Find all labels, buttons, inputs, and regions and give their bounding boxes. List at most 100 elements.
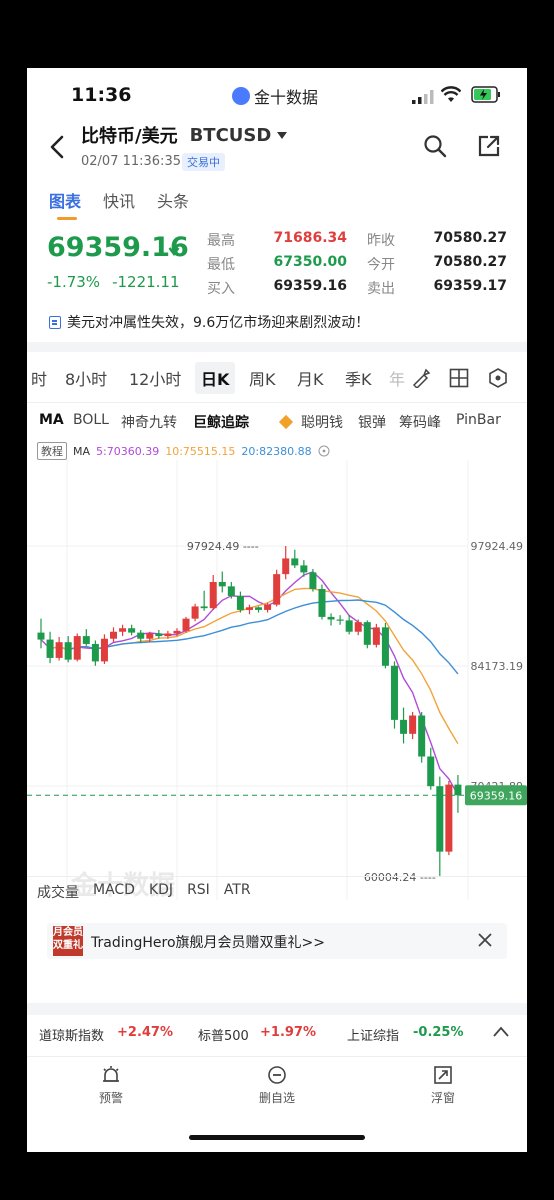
app-indicator: 金十数据 [232,84,318,108]
sub-ind-macd[interactable]: MACD [93,882,135,902]
share-icon[interactable] [477,134,501,158]
stat-row: 最低 67350.00 今开 70580.27 [207,254,517,278]
ind-td9[interactable]: 神奇九转 [121,412,177,432]
wifi-icon [441,86,461,102]
phone-screen: 11:36 金十数据 比特币/美元 BTCUSD 02/07 11:36:35 … [27,68,527,1152]
divider [27,1003,527,1015]
ticker-value-sse: -0.25% [413,1025,464,1040]
alarm-icon [103,1066,119,1082]
divider [27,342,527,352]
tab-headlines[interactable]: 头条 [157,188,189,212]
chevron-up-icon[interactable] [493,1026,509,1038]
candle-body [363,622,371,645]
diamond-icon [278,414,294,430]
sub-ind-rsi[interactable]: RSI [187,882,210,902]
stat-value: 71686.34 [273,230,347,246]
index-ticker[interactable]: 道琼斯指数 +2.47% 标普500 +1.97% 上证综指 -0.25% [27,1016,527,1050]
down-arrow-icon [168,241,180,256]
info-icon[interactable] [318,445,330,457]
ind-chip-peak[interactable]: 筹码峰 [399,412,441,432]
ticker-name-dow: 道琼斯指数 [39,1029,105,1044]
candle-body [236,595,244,610]
period-weekly[interactable]: 周K [249,366,276,390]
ind-silver-bullet[interactable]: 银弹 [358,412,386,432]
candle-body [46,639,54,658]
candle-body [82,636,90,644]
stat-label: 昨收 [367,233,395,249]
high-marker-label: 97924.49 ---- [187,540,259,553]
quote-datetime: 02/07 11:36:35 [81,154,181,169]
ind-smart-money[interactable]: 聪明钱 [301,412,343,432]
sub-ind-atr[interactable]: ATR [224,882,251,902]
instrument-symbol: BTCUSD [189,124,272,146]
candle-body [390,665,398,720]
tab-flash[interactable]: 快讯 [103,188,135,212]
period-quarterly[interactable]: 季K [345,366,372,390]
settings-hex-icon[interactable] [488,368,508,388]
tab-chart[interactable]: 图表 [49,188,81,220]
period-12h[interactable]: 12小时 [129,366,181,390]
bottom-action-bar: 预警 删自选 浮窗 [27,1056,527,1117]
news-headline: 美元对冲属性失效，9.6万亿市场迎来剧烈波动！ [67,315,370,331]
candle-body [381,627,389,666]
stat-label: 买入 [207,281,235,297]
dropdown-caret-icon [277,131,288,139]
period-yearly[interactable]: 年 [389,366,405,390]
ind-boll[interactable]: BOLL [73,412,109,428]
sub-indicator-selector: 成交量 MACD KDJ RSI ATR [37,882,251,902]
back-chevron-icon[interactable] [47,134,67,160]
battery-icon [471,86,500,103]
price-change: -1.73% -1221.11 [47,273,180,291]
sub-ind-volume[interactable]: 成交量 [37,882,79,902]
period-daily[interactable]: 日K [195,362,236,394]
tutorial-button[interactable]: 教程 [37,442,67,460]
y-tick-label: 97924.49 [471,540,524,553]
candle-body [327,616,335,620]
remove-watchlist-label: 删自选 [258,1091,295,1105]
ind-ma[interactable]: MA [39,412,64,428]
alert-button[interactable]: 预警 [81,1065,141,1106]
candle-body [37,632,45,640]
news-banner[interactable]: 美元对冲属性失效，9.6万亿市场迎来剧烈波动！ [49,312,369,332]
candle-body [300,565,308,573]
content-tabs: 图表 快讯 头条 [49,188,189,220]
indicator-selector: MA BOLL 神奇九转 巨鲸追踪 聪明钱 银弹 筹码峰 PinBar [27,402,527,437]
search-icon[interactable] [423,134,447,158]
instrument-title[interactable]: 比特币/美元 BTCUSD [81,122,288,148]
sub-ind-kdj[interactable]: KDJ [149,882,173,902]
close-icon[interactable] [477,932,493,948]
candle-body [255,607,263,610]
stat-label: 最高 [207,233,235,249]
ticker-name-sp500: 标普500 [198,1029,249,1044]
ind-whale[interactable]: 巨鲸追踪 [193,412,249,432]
candle-body [100,638,108,662]
promo-banner[interactable]: 月会员双重礼 TradingHero旗舰月会员赠双重礼>> [47,923,507,959]
candle-body [436,786,444,852]
promo-text: TradingHero旗舰月会员赠双重礼>> [91,935,325,951]
candle-body [110,631,118,639]
candle-body [264,604,272,610]
change-percent: -1.73% [47,273,101,291]
ma-label: MA [73,444,91,458]
layout-grid-icon[interactable] [449,368,469,388]
period-8h[interactable]: 8小时 [65,366,107,390]
ma-legend: 教程 MA 5:70360.39 10:75515.15 20:82380.88 [37,442,330,460]
candle-body [273,574,281,605]
ind-pinbar[interactable]: PinBar [456,412,501,428]
candle-body [64,642,72,660]
remove-watchlist-button[interactable]: 删自选 [247,1065,307,1106]
ma10-value: 10:75515.15 [165,444,236,458]
candlestick-chart[interactable]: 金十数据97924.4984173.1970421.8956670.596935… [27,460,527,900]
candle-body [354,622,362,632]
draw-tool-icon[interactable] [411,368,431,388]
candle-body [336,619,344,621]
stat-value: 69359.16 [273,278,347,294]
period-monthly[interactable]: 月K [297,366,324,390]
period-hour[interactable]: 时 [31,366,47,390]
candle-body [372,627,380,645]
float-window-button[interactable]: 浮窗 [413,1065,473,1106]
home-indicator[interactable] [189,1135,365,1140]
candle-body [291,558,299,566]
status-time: 11:36 [71,84,132,106]
candle-body [309,572,317,589]
